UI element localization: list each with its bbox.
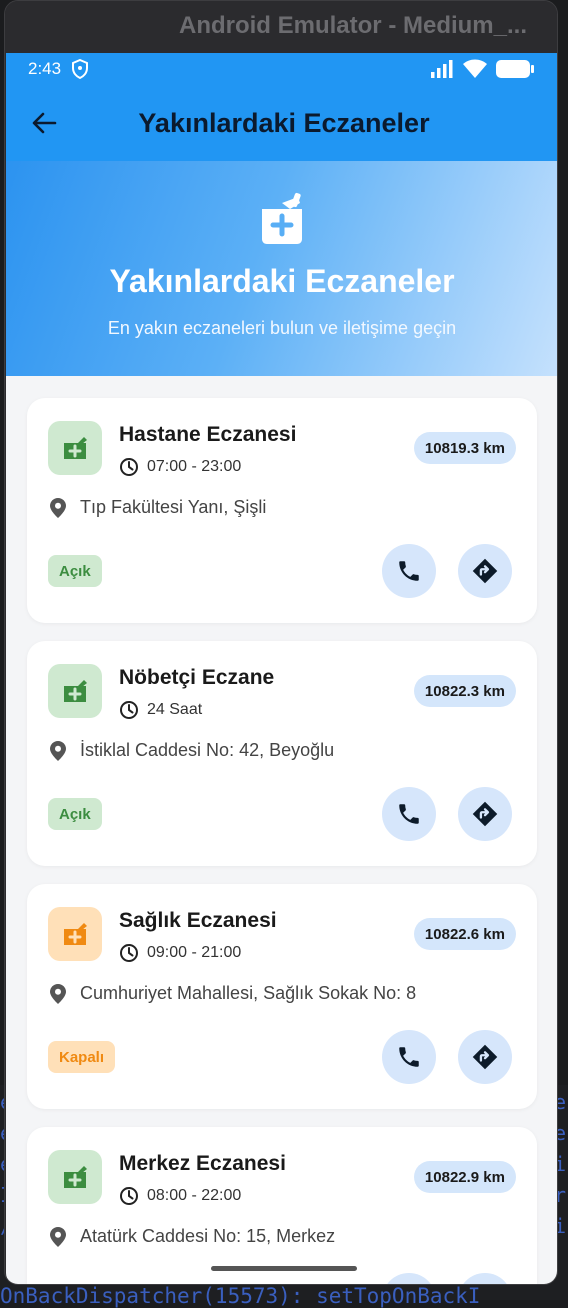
hours-text: 24 Saat: [147, 701, 203, 718]
clock-icon: [120, 1187, 138, 1205]
status-badge: Açık: [48, 555, 102, 587]
address-text: Atatürk Caddesi No: 15, Merkez: [80, 1226, 336, 1246]
status-badge: Kapalı: [48, 1041, 116, 1073]
location-pin-icon: [50, 1226, 66, 1247]
pharmacy-orange-icon: [48, 907, 102, 961]
call-button[interactable]: [382, 544, 436, 598]
directions-button[interactable]: [458, 1030, 512, 1084]
pharmacy-card[interactable]: Merkez Eczanesi 08:00 - 22:00 10822.9 km…: [27, 1127, 537, 1285]
clock-icon: [120, 458, 138, 476]
distance-badge: 10819.3 km: [413, 432, 516, 464]
status-badge: Açık: [48, 798, 102, 830]
pharmacy-hours: 24 Saat: [119, 700, 202, 720]
pharmacy-hours: 09:00 - 21:00: [119, 943, 241, 963]
directions-icon: [472, 801, 498, 827]
directions-button[interactable]: [458, 544, 512, 598]
battery-icon: [496, 60, 534, 78]
pharmacy-name: Merkez Eczanesi: [119, 1152, 286, 1175]
clock-icon: [120, 944, 138, 962]
home-indicator[interactable]: [211, 1266, 357, 1271]
pharmacy-address: Tıp Fakültesi Yanı, Şişli: [50, 497, 266, 518]
call-button[interactable]: [382, 1273, 436, 1284]
wifi-icon: [463, 59, 487, 78]
emulator-titlebar[interactable]: Android Emulator - Medium_...: [5, 1, 557, 51]
location-pin-icon: [50, 740, 66, 761]
pharmacy-green-icon: [48, 664, 102, 718]
ide-log-line: OnBackDispatcher(15573): setTopOnBackI: [0, 1284, 481, 1308]
phone-screen: 2:43 Yakınlardaki Eczaneler Yakınlardaki…: [6, 53, 557, 1285]
pharmacy-name: Hastane Eczanesi: [119, 423, 297, 446]
clock-icon: [120, 701, 138, 719]
back-button[interactable]: [16, 95, 72, 151]
pharmacy-card[interactable]: Nöbetçi Eczane 24 Saat 10822.3 km İstikl…: [27, 641, 537, 866]
hero-title: Yakınlardaki Eczaneler: [109, 263, 455, 299]
pharmacy-name: Nöbetçi Eczane: [119, 666, 275, 689]
hours-text: 09:00 - 21:00: [147, 944, 242, 961]
pharmacy-name: Sağlık Eczanesi: [119, 909, 277, 932]
directions-icon: [472, 1044, 498, 1070]
pharmacy-address: Atatürk Caddesi No: 15, Merkez: [50, 1226, 335, 1247]
emulator-title: Android Emulator - Medium_...: [178, 12, 527, 39]
signal-icon: [431, 60, 453, 78]
address-text: Cumhuriyet Mahallesi, Sağlık Sokak No: 8: [80, 983, 417, 1003]
hours-text: 07:00 - 23:00: [147, 458, 242, 475]
phone-icon: [399, 561, 419, 581]
page-title: Yakınlardaki Eczaneler: [138, 107, 430, 138]
directions-icon: [472, 558, 498, 584]
pharmacy-green-icon: [48, 1150, 102, 1204]
distance-badge: 10822.3 km: [413, 675, 516, 707]
pharmacy-green-icon: [48, 421, 102, 475]
call-button[interactable]: [382, 787, 436, 841]
pharmacy-hours: 07:00 - 23:00: [119, 457, 241, 477]
status-time: 2:43: [28, 59, 62, 78]
arrow-back-icon: [32, 112, 57, 134]
pharmacy-icon: [262, 192, 302, 244]
status-bar: 2:43: [6, 53, 557, 85]
directions-button[interactable]: [458, 787, 512, 841]
address-text: İstiklal Caddesi No: 42, Beyoğlu: [80, 740, 335, 760]
hero-subtitle: En yakın eczaneleri bulun ve iletişime g…: [107, 318, 457, 338]
emulator-window: Android Emulator - Medium_... 2:43 Yakın…: [4, 0, 558, 1285]
directions-button[interactable]: [458, 1273, 512, 1284]
pharmacy-card[interactable]: Sağlık Eczanesi 09:00 - 21:00 10822.6 km…: [27, 884, 537, 1109]
app-bar: Yakınlardaki Eczaneler: [6, 85, 557, 161]
hero-banner: Yakınlardaki Eczaneler En yakın eczanele…: [6, 161, 557, 376]
call-button[interactable]: [382, 1030, 436, 1084]
pharmacy-card[interactable]: Hastane Eczanesi 07:00 - 23:00 10819.3 k…: [27, 398, 537, 623]
phone-icon: [399, 804, 419, 824]
status-badge: [48, 1284, 104, 1285]
location-pin-icon: [50, 497, 66, 518]
pharmacy-hours: 08:00 - 22:00: [119, 1186, 241, 1206]
shield-icon: [72, 59, 89, 79]
pharmacy-address: Cumhuriyet Mahallesi, Sağlık Sokak No: 8: [50, 983, 416, 1004]
address-text: Tıp Fakültesi Yanı, Şişli: [80, 497, 267, 517]
phone-icon: [399, 1047, 419, 1067]
pharmacy-address: İstiklal Caddesi No: 42, Beyoğlu: [50, 740, 334, 761]
location-pin-icon: [50, 983, 66, 1004]
distance-badge: 10822.9 km: [413, 1161, 516, 1193]
hours-text: 08:00 - 22:00: [147, 1187, 242, 1204]
distance-badge: 10822.6 km: [413, 918, 516, 950]
